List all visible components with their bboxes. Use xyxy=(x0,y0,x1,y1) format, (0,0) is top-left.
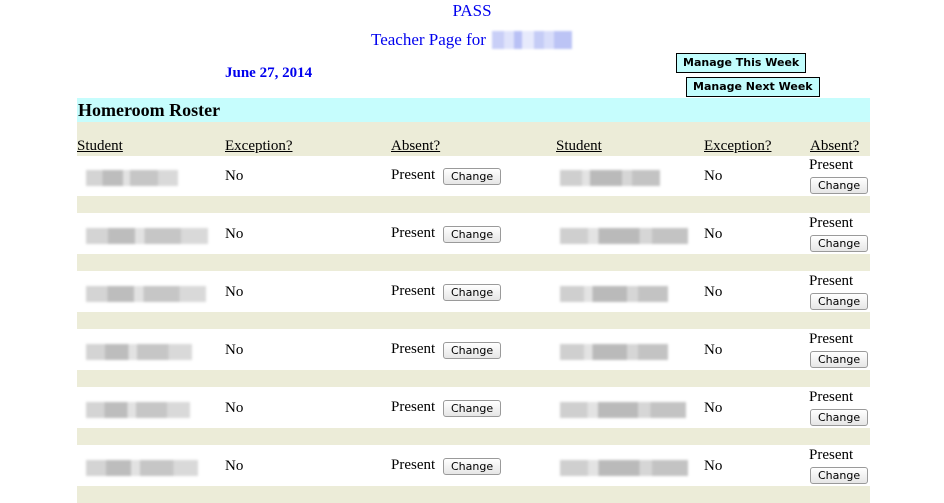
student-name-redacted xyxy=(86,170,178,186)
report-date: June 27, 2014 xyxy=(225,65,313,81)
change-absent-button[interactable]: Change xyxy=(810,409,869,426)
exception-value: No xyxy=(704,458,723,474)
change-absent-button[interactable]: Change xyxy=(810,235,869,252)
exception-value: No xyxy=(704,342,723,358)
student-name-redacted xyxy=(560,286,668,302)
exception-value: No xyxy=(225,400,244,416)
change-absent-button[interactable]: Change xyxy=(810,177,869,194)
change-absent-button[interactable]: Change xyxy=(810,467,869,484)
exception-value: No xyxy=(704,168,723,184)
app-title: PASS xyxy=(452,1,492,20)
student-name-redacted xyxy=(560,402,686,418)
absent-status: Present xyxy=(809,331,854,347)
student-name-redacted xyxy=(86,344,192,360)
student-name-redacted xyxy=(86,402,190,418)
student-name-redacted xyxy=(86,228,208,244)
exception-value: No xyxy=(225,458,244,474)
teacher-name-redacted xyxy=(491,31,572,49)
student-name-redacted xyxy=(560,460,688,476)
row-separator xyxy=(77,486,870,503)
row-separator xyxy=(77,428,870,445)
exception-value: No xyxy=(704,226,723,242)
absent-status: Present xyxy=(391,341,436,357)
manage-this-week-button[interactable]: Manage This Week xyxy=(676,53,807,73)
col-exception-left[interactable]: Exception? xyxy=(225,138,292,155)
change-absent-button[interactable]: Change xyxy=(443,168,502,185)
exception-value: No xyxy=(704,284,723,300)
absent-status: Present xyxy=(391,283,436,299)
row-separator xyxy=(77,312,870,329)
change-absent-button[interactable]: Change xyxy=(443,284,502,301)
exception-value: No xyxy=(225,168,244,184)
student-name-redacted xyxy=(86,460,198,476)
roster-title: Homeroom Roster xyxy=(77,98,870,122)
student-name-redacted xyxy=(560,344,668,360)
change-absent-button[interactable]: Change xyxy=(810,351,869,368)
col-student-left[interactable]: Student xyxy=(77,138,123,155)
absent-status: Present xyxy=(391,225,436,241)
absent-status: Present xyxy=(391,399,436,415)
change-absent-button[interactable]: Change xyxy=(443,400,502,417)
exception-value: No xyxy=(225,226,244,242)
student-name-redacted xyxy=(86,286,206,302)
change-absent-button[interactable]: Change xyxy=(443,342,502,359)
absent-status: Present xyxy=(809,389,854,405)
change-absent-button[interactable]: Change xyxy=(443,458,502,475)
change-absent-button[interactable]: Change xyxy=(810,293,869,310)
exception-value: No xyxy=(704,400,723,416)
student-name-redacted xyxy=(560,228,688,244)
subtitle-label: Teacher Page for xyxy=(371,30,486,49)
row-separator xyxy=(77,254,870,271)
student-name-redacted xyxy=(560,170,660,186)
manage-next-week-button[interactable]: Manage Next Week xyxy=(686,77,820,97)
change-absent-button[interactable]: Change xyxy=(443,226,502,243)
col-absent-left[interactable]: Absent? xyxy=(391,138,440,155)
absent-status: Present xyxy=(809,215,854,231)
absent-status: Present xyxy=(809,273,854,289)
exception-value: No xyxy=(225,284,244,300)
row-separator xyxy=(77,370,870,387)
row-separator xyxy=(77,196,870,213)
absent-status: Present xyxy=(809,157,854,173)
col-student-right[interactable]: Student xyxy=(556,138,602,155)
absent-status: Present xyxy=(391,167,436,183)
col-exception-right[interactable]: Exception? xyxy=(704,138,771,155)
col-absent-right[interactable]: Absent? xyxy=(810,138,859,155)
page-subtitle: Teacher Page for xyxy=(371,30,572,50)
exception-value: No xyxy=(225,342,244,358)
absent-status: Present xyxy=(809,447,854,463)
absent-status: Present xyxy=(391,457,436,473)
